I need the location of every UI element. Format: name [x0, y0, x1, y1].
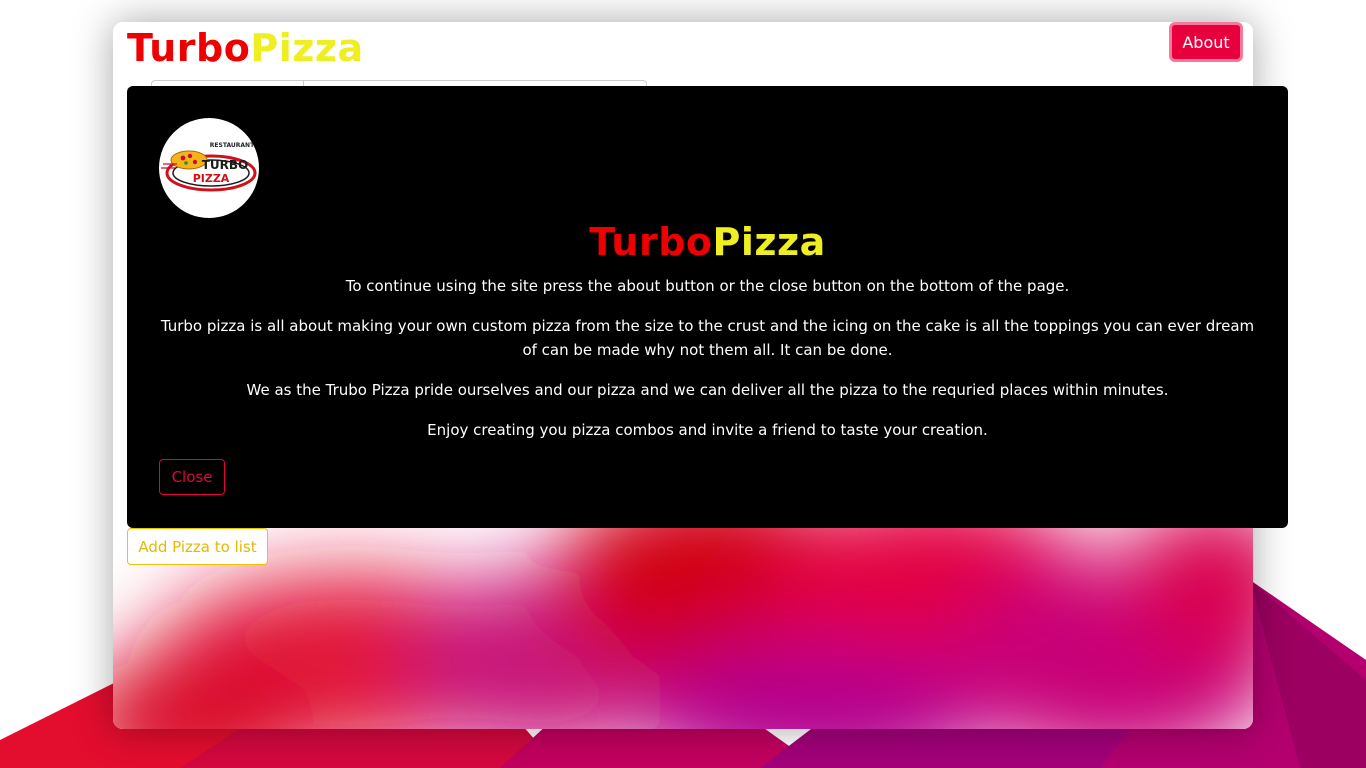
restaurant-logo: RESTAURANT TURBO PIZZA — [159, 118, 259, 218]
modal-paragraph-delivery: We as the Trubo Pizza pride ourselves an… — [246, 381, 1169, 399]
brand-pizza: Pizza — [250, 26, 364, 70]
about-button[interactable]: About — [1169, 22, 1243, 62]
turbo-pizza-logo-icon: RESTAURANT TURBO PIZZA — [161, 142, 257, 192]
close-button[interactable]: Close — [159, 459, 225, 495]
about-modal: RESTAURANT TURBO PIZZA TurboPizza To con… — [127, 86, 1288, 528]
modal-title-pizza: Pizza — [712, 220, 826, 264]
brand-turbo: Turbo — [127, 26, 251, 70]
logo-turbo-text: TURBO — [202, 158, 249, 172]
modal-paragraph-enjoy: Enjoy creating you pizza combos and invi… — [427, 421, 988, 439]
logo-pizza-text: PIZZA — [193, 172, 230, 185]
modal-title-turbo: Turbo — [589, 220, 713, 264]
modal-title: TurboPizza — [127, 220, 1288, 266]
logo-restaurant-text: RESTAURANT — [210, 142, 255, 149]
add-pizza-button[interactable]: Add Pizza to list — [127, 528, 268, 565]
modal-paragraph-instructions: To continue using the site press the abo… — [345, 277, 1070, 295]
brand-logo-text[interactable]: TurboPizza — [127, 26, 364, 70]
modal-paragraph-about: Turbo pizza is all about making your own… — [160, 317, 1255, 359]
